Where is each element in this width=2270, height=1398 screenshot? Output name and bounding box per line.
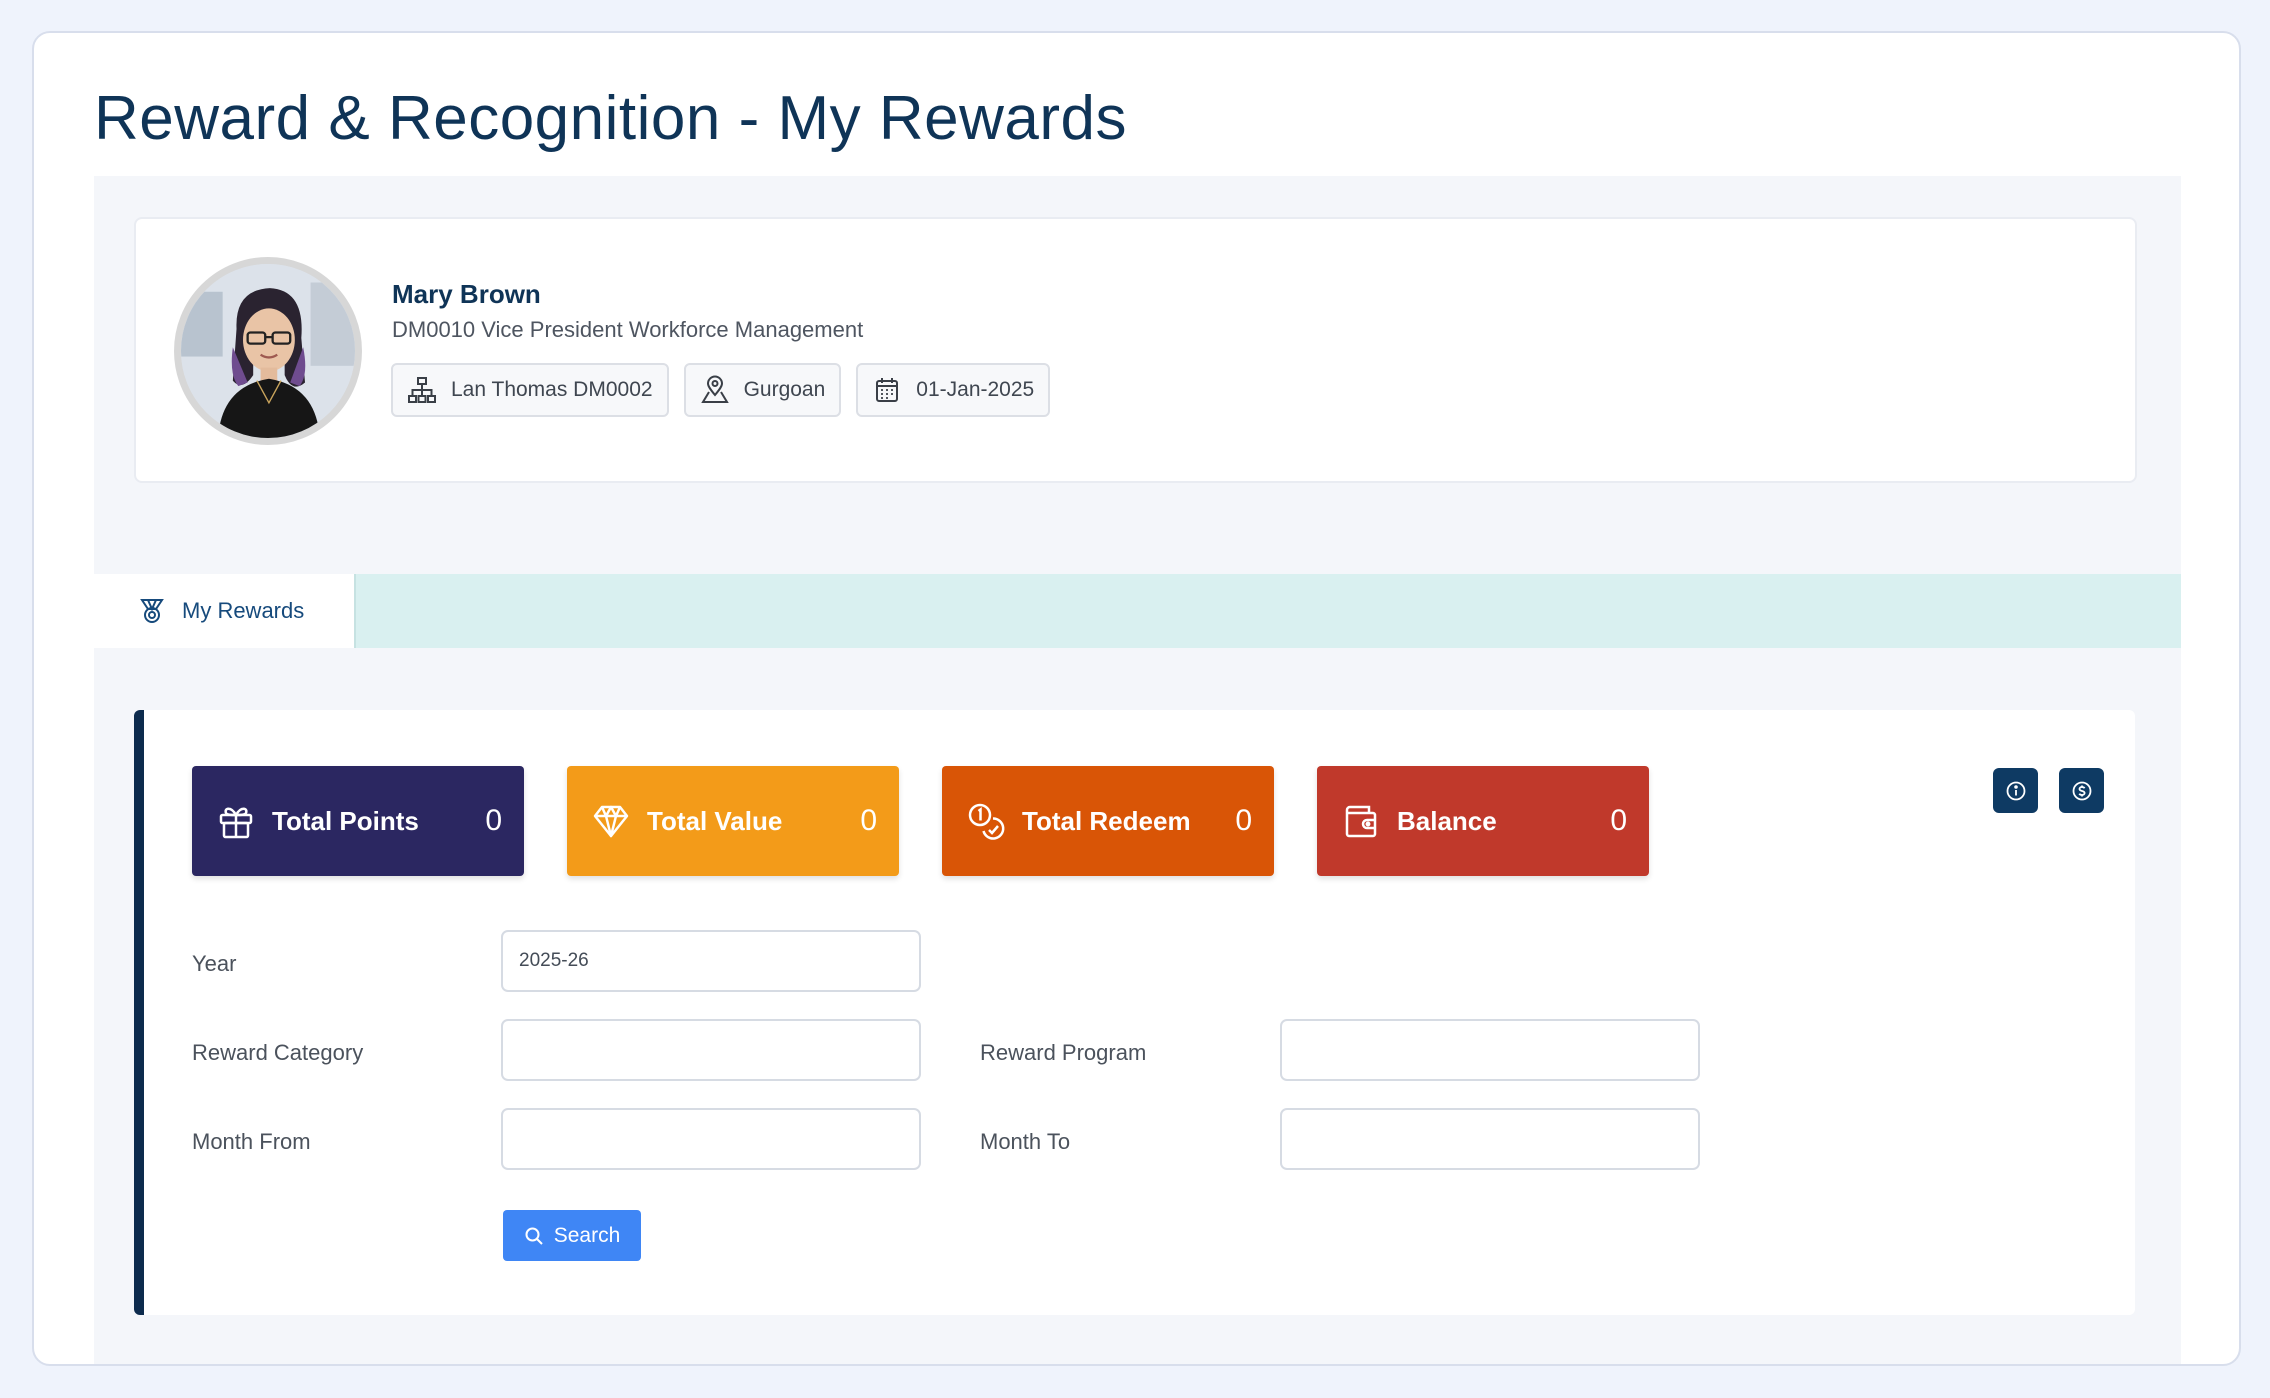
year-label: Year [192,951,237,976]
stat-total-points-value: 0 [485,804,502,837]
stat-total-redeem-value: 0 [1235,804,1252,837]
diamond-icon [593,805,629,838]
info-icon [2006,781,2025,800]
stat-total-value: Total Value 0 [567,766,899,876]
employee-role: DM0010 Vice President Workforce Manageme… [392,317,864,342]
reward-category-input[interactable] [501,1019,921,1081]
avatar [174,257,362,445]
reward-category-label: Reward Category [192,1040,364,1065]
stat-total-value-label: Total Value [647,805,783,836]
medal-icon [140,599,164,623]
map-pin-icon [700,375,729,403]
stat-total-redeem: Total Redeem 0 [942,766,1274,876]
wallet-icon [1345,805,1377,838]
stat-total-redeem-label: Total Redeem [1022,805,1191,836]
calendar-icon [876,378,899,402]
year-input[interactable] [501,930,921,992]
search-icon [525,1227,543,1245]
info-button[interactable] [1993,768,2038,813]
reward-program-label: Reward Program [980,1040,1147,1065]
stat-total-value-value: 0 [860,804,877,837]
stat-balance-label: Balance [1397,805,1497,836]
search-button[interactable]: Search [503,1210,641,1261]
location-chip-label: Gurgoan [743,378,826,401]
month-from-input[interactable] [501,1108,921,1170]
search-button-label: Search [553,1223,621,1247]
date-chip-label: 01-Jan-2025 [916,378,1035,401]
rewards-panel: Total Points 0 Total Value 0 Total Redee… [134,710,2135,1315]
stat-total-points-label: Total Points [272,805,419,836]
content-area: Mary Brown DM0010 Vice President Workfor… [94,176,2181,1364]
date-chip: 01-Jan-2025 [856,363,1051,417]
month-to-input[interactable] [1280,1108,1700,1170]
gift-icon [219,807,253,839]
tab-bar: My Rewards [94,574,2181,648]
profile-card: Mary Brown DM0010 Vice President Workfor… [134,217,2137,483]
currency-button[interactable] [2059,768,2104,813]
dollar-circle-icon [2072,781,2091,800]
org-chart-icon [408,377,436,403]
month-from-label: Month From [192,1129,311,1154]
stat-balance: Balance 0 [1317,766,1649,876]
coins-icon [968,803,1005,840]
reward-program-input[interactable] [1280,1019,1700,1081]
month-to-label: Month To [980,1129,1071,1154]
tab-my-rewards[interactable]: My Rewards [94,574,356,648]
manager-chip-label: Lan Thomas DM0002 [451,378,653,401]
stat-balance-value: 0 [1610,804,1627,837]
manager-chip: Lan Thomas DM0002 [391,363,669,417]
main-card: Reward & Recognition - My Rewards Mary B… [32,31,2241,1366]
page-title: Reward & Recognition - My Rewards [94,84,1127,153]
employee-name: Mary Brown [392,279,541,309]
tab-my-rewards-label: My Rewards [182,598,305,623]
profile-chips: Lan Thomas DM0002 Gurgoan 01-Jan-2025 [391,363,1051,417]
location-chip: Gurgoan [683,363,842,417]
stat-total-points: Total Points 0 [192,766,524,876]
